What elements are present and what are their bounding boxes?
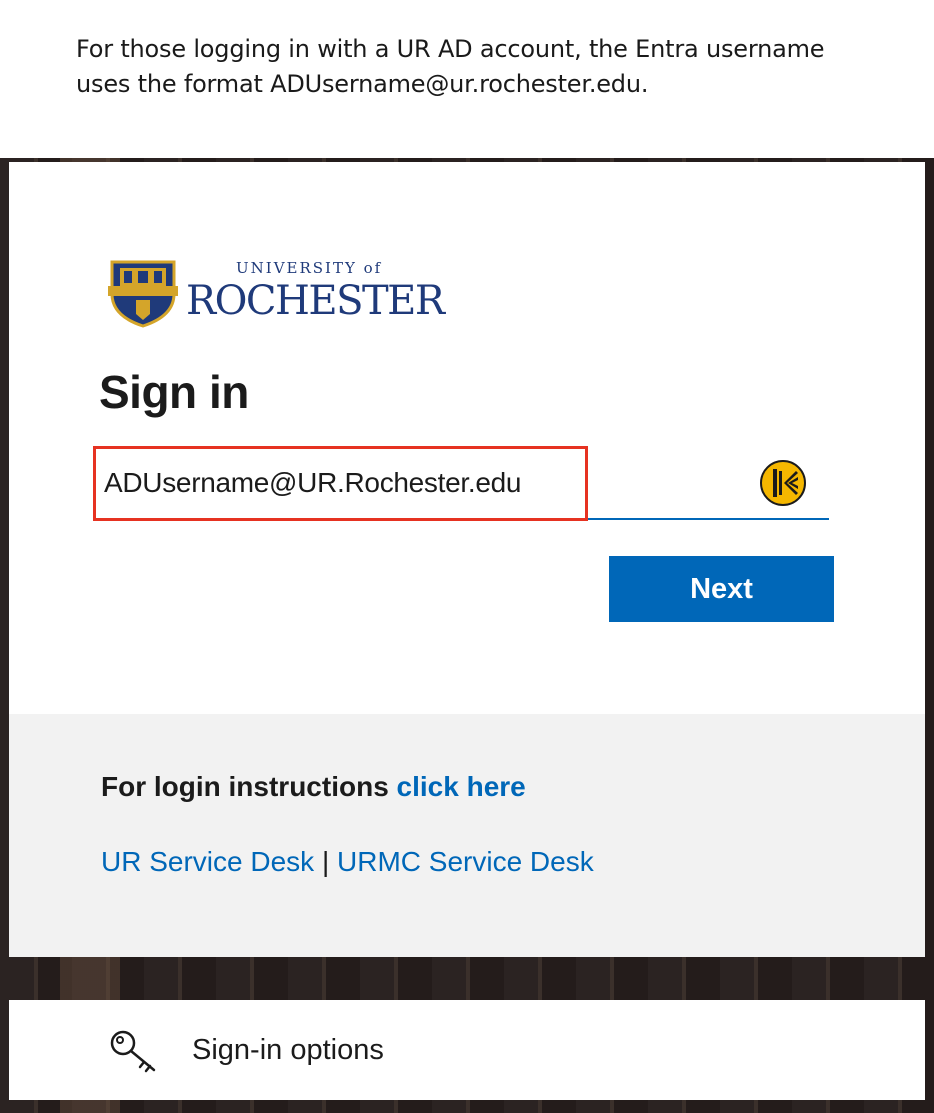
caption: For those logging in with a UR AD accoun… — [76, 32, 896, 102]
login-instructions-text: For login instructions — [101, 771, 389, 802]
signin-card — [9, 162, 925, 714]
ur-service-desk-link[interactable]: UR Service Desk — [101, 846, 314, 877]
urmc-service-desk-link[interactable]: URMC Service Desk — [337, 846, 594, 877]
username-input[interactable] — [104, 463, 574, 503]
logo-rochester-text: ROCHESTER — [186, 278, 447, 324]
next-button[interactable]: Next — [609, 556, 834, 622]
keeper-icon[interactable] — [760, 460, 806, 506]
caption-line-1: For those logging in with a UR AD accoun… — [76, 35, 825, 63]
link-separator: | — [321, 846, 330, 877]
logo-university-text: UNIVERSITY of — [236, 259, 382, 277]
signin-options-button[interactable]: Sign-in options — [192, 1034, 384, 1067]
key-icon[interactable] — [108, 1028, 160, 1074]
help-panel — [9, 714, 925, 957]
university-seal-icon — [108, 260, 178, 328]
click-here-link[interactable]: click here — [397, 771, 526, 802]
page-title: Sign in — [99, 366, 249, 418]
service-desk-links: UR Service Desk | URMC Service Desk — [101, 846, 594, 878]
login-instructions: For login instructions click here — [101, 771, 526, 803]
input-underline — [94, 518, 829, 520]
signin-screenshot: UNIVERSITY of ROCHESTER Sign in Next For… — [0, 158, 934, 1113]
caption-line-2: uses the format ADUsername@ur.rochester.… — [76, 70, 649, 98]
university-logo: UNIVERSITY of ROCHESTER — [108, 259, 448, 328]
